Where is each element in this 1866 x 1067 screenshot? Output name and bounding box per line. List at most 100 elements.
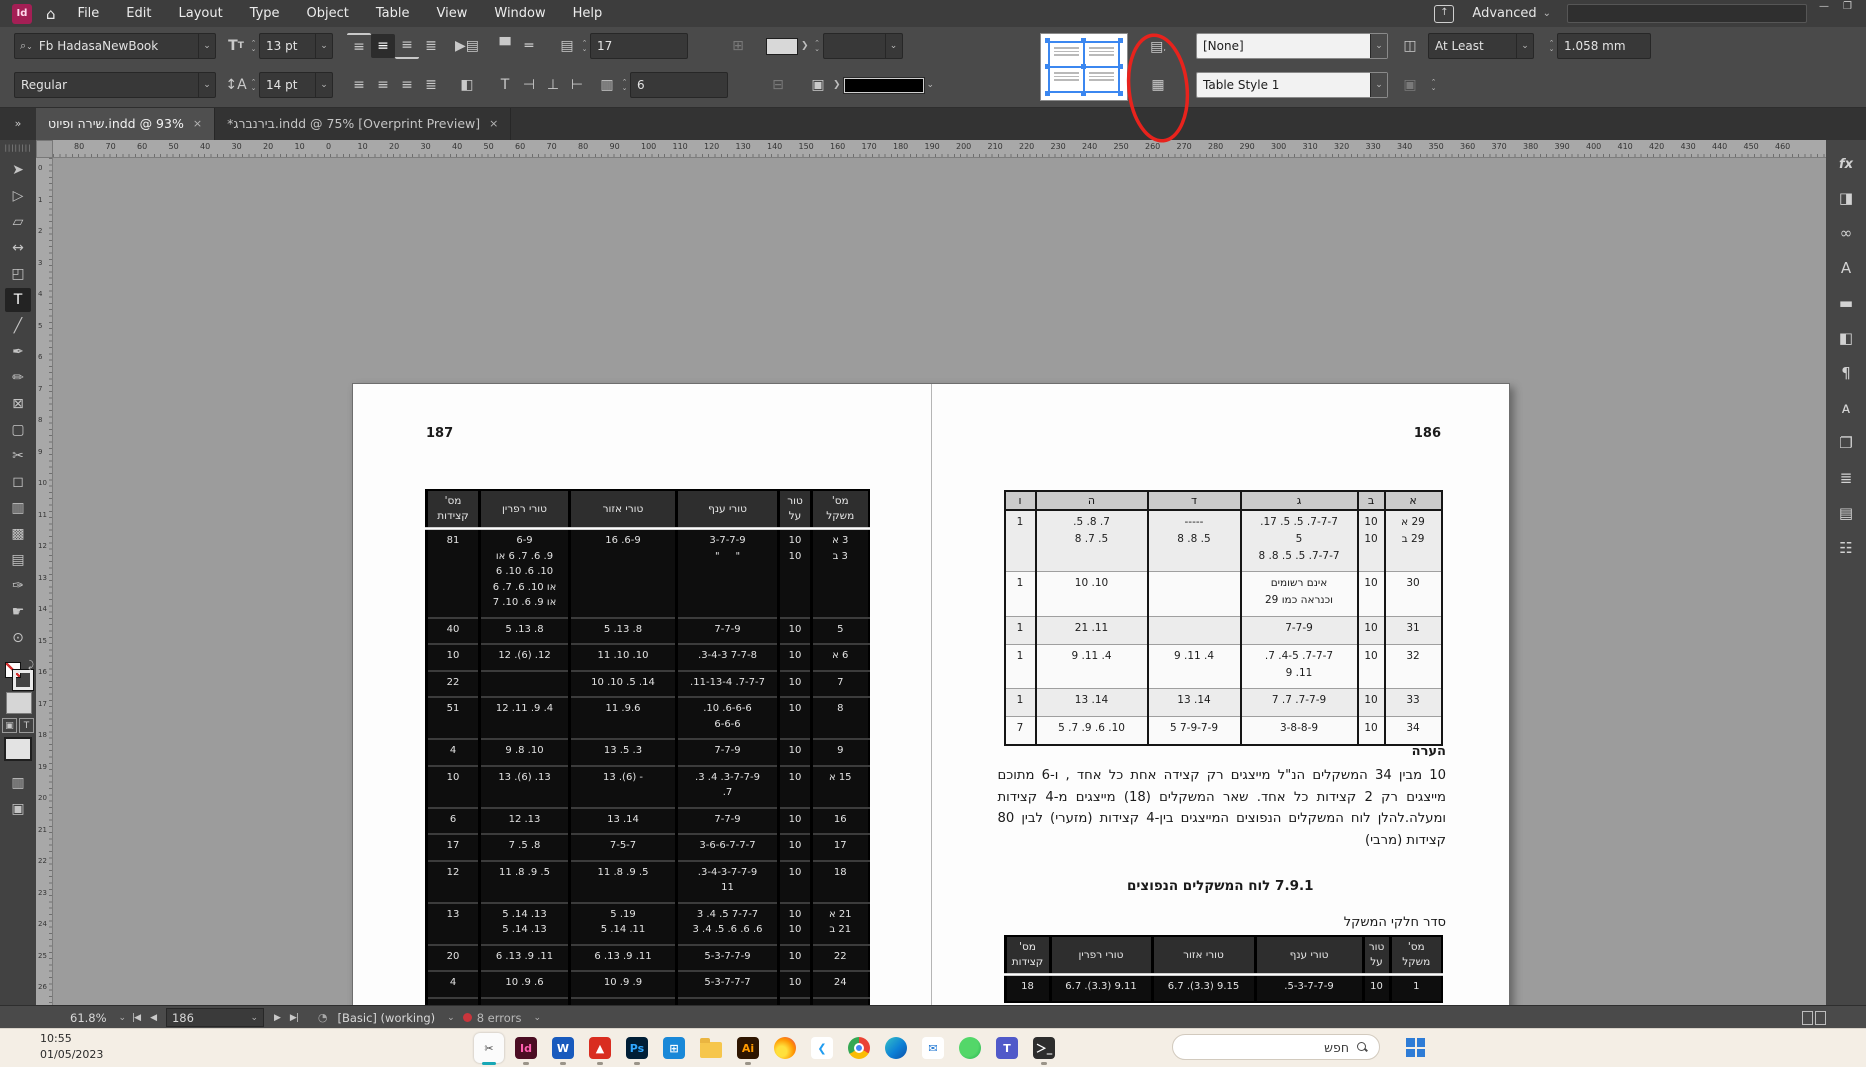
table-cell[interactable]: 7-7-9 (675, 616, 779, 645)
table-cell[interactable]: 30 (1383, 571, 1442, 617)
pages-panel[interactable]: ❐ (1839, 434, 1852, 452)
table-cell[interactable]: 10 (777, 859, 812, 903)
swap-fill-stroke-icon[interactable]: ⤸ (28, 660, 34, 671)
table-cell[interactable]: 16 (810, 806, 869, 835)
chevron-down-icon[interactable]: ⌄ (1370, 73, 1387, 97)
apply-color-swatch[interactable] (4, 737, 32, 761)
table-cell[interactable]: 10 10 (1356, 509, 1385, 572)
table-cell[interactable]: 1 (1388, 974, 1442, 1002)
table-row[interactable]: 16 10 7-7-9 14. 13 13. 12 6 (425, 806, 869, 835)
table-cell[interactable]: 12. (6). 12 (478, 643, 570, 671)
column-options-button[interactable]: ▦ (1146, 73, 1170, 97)
formatting-affects-container-button[interactable]: ▣ (2, 718, 17, 733)
line-tool[interactable]: ╱ (5, 314, 31, 338)
page-tool[interactable]: ▱ (5, 210, 31, 234)
color-panel[interactable]: ◧ (1839, 329, 1853, 347)
table-cell[interactable]: 4 (425, 738, 480, 766)
table-cell[interactable]: 3-4-3-7-7-9. 11 (675, 859, 779, 903)
chevron-down-icon[interactable]: ⌄ (1516, 34, 1533, 58)
row-options-button[interactable]: ▤, (1146, 35, 1170, 59)
table-header-cell[interactable]: מס' קצידות (1003, 936, 1050, 977)
font-size-stepper[interactable]: ⌃ ⌄ (248, 40, 259, 53)
table-cell[interactable]: 6-6-6. 10. 6-6-6 (675, 696, 779, 740)
rotate-text-icon[interactable]: ⊣ (517, 73, 541, 97)
character-panel[interactable]: A (1841, 259, 1851, 277)
hand-tool[interactable]: ☛ (5, 600, 31, 624)
applied-fill-swatch[interactable] (6, 692, 32, 714)
table-cell[interactable]: 14. 13 (1146, 688, 1241, 717)
close-icon[interactable]: × (489, 117, 498, 130)
align-top-button[interactable]: ≡ (347, 33, 371, 59)
table-row[interactable]: 32 10 7-7-7. 4-5. 7. 11. 9 4. 11. 9 4. 11. 9… (1003, 643, 1442, 689)
snipping-tool-icon[interactable]: ✂ (474, 1033, 504, 1065)
table-cell[interactable]: 10 (777, 833, 812, 861)
acrobat-icon[interactable]: ▲ (585, 1033, 615, 1065)
rectangle-tool[interactable]: ▢ (5, 418, 31, 442)
table-cell[interactable]: 5-3-7-7-7 (675, 970, 779, 998)
menu-layout[interactable]: Layout (178, 6, 222, 21)
stroke-swatch[interactable] (842, 76, 925, 94)
align-bottom-button[interactable]: ≡ (395, 33, 419, 59)
rotate-text-270-icon[interactable]: ⊢ (565, 73, 589, 97)
table-cell[interactable]: 51 (425, 696, 480, 740)
table-header-cell[interactable]: טורי רפרין (478, 490, 570, 531)
selection-tool[interactable]: ➤ (5, 158, 31, 182)
table-cell[interactable] (1146, 615, 1241, 645)
table-cell[interactable]: 7-7-9 (1239, 615, 1358, 645)
table-cell[interactable]: 11. 9. 13. 6 (478, 943, 570, 972)
table-cell[interactable]: 15 א (810, 764, 869, 808)
table-cell[interactable]: 7 (1003, 716, 1036, 745)
table-cell[interactable]: 1 (1003, 643, 1036, 689)
pen-tool[interactable]: ✒ (5, 340, 31, 364)
panel-grip[interactable]: |||||||| (5, 144, 32, 152)
note-tool[interactable]: ▤ (5, 548, 31, 572)
spread-view-icon[interactable] (1802, 1010, 1826, 1025)
table-cell[interactable]: 9.6. 11 (568, 696, 677, 740)
space-even-icon[interactable]: ═ (517, 34, 541, 58)
windows-start-button[interactable] (1406, 1038, 1425, 1057)
table-cell[interactable]: 3 א 3 ב (810, 528, 869, 618)
table-cell[interactable]: 32 (1383, 643, 1442, 689)
table-cell[interactable]: 13. 14. 5 13. 14. 5 (478, 901, 570, 945)
table-cell[interactable]: 13. (6). 13 (478, 764, 570, 808)
first-page-button[interactable]: |◀ (132, 1013, 141, 1023)
indesign-icon[interactable]: Id (511, 1033, 541, 1065)
page-187[interactable]: 187 מס' משקל טור על טורי ענף טורי אזור טורי … (353, 384, 932, 1005)
table-cell[interactable] (478, 669, 570, 698)
table-cell[interactable]: 4. 11. 9 (1034, 643, 1148, 689)
table-cell[interactable]: 14. 13 (1034, 688, 1148, 717)
table-cell[interactable]: 10 (1356, 571, 1385, 617)
table-cell[interactable]: 14. 5. 10. 10 (568, 669, 677, 698)
expander-icon[interactable]: ❯ (833, 80, 841, 90)
table-cell[interactable]: 13 (425, 901, 480, 945)
table-cell[interactable]: 10 (777, 643, 812, 671)
table-cell[interactable]: 10 (425, 764, 480, 808)
table-cell[interactable]: 10 (777, 970, 812, 998)
table-cell[interactable]: 81 (425, 528, 480, 618)
table-row[interactable]: 3 א 3 ב 10 10 3-7-7-9 " " 6-9. 16 6-9 9. 6. … (425, 528, 869, 618)
table-cell[interactable]: 8. 13. 5 (478, 616, 570, 645)
table-cell[interactable]: 12. 12. 12 (478, 996, 570, 1005)
font-style-combo[interactable]: Regular ⌄ (14, 72, 216, 98)
pencil-tool[interactable]: ✏ (5, 366, 31, 390)
table-header-cell[interactable]: מס' משקל (810, 490, 869, 531)
table-header-cell[interactable]: ד (1146, 491, 1241, 511)
unmerge-cells-icon[interactable]: ⊟ (766, 73, 790, 97)
table-row[interactable]: 5 10 7-7-9 8. 13. 5 8. 13. 5 40 (425, 616, 869, 645)
table-cell[interactable]: 4. 9. 11. 12 (478, 696, 570, 740)
chevron-down-icon[interactable]: ⌄ (119, 1013, 127, 1023)
last-page-button[interactable]: ▶| (290, 1013, 299, 1023)
table-cell[interactable]: 10 (777, 616, 812, 645)
table-cell[interactable]: 6 א (810, 643, 869, 671)
preflight-icon[interactable]: ◔ (318, 1011, 328, 1024)
table-cell[interactable]: 7-7-7. 5. 5. 17. 5 7-7-7. 5. 5. 8. 8 (1239, 509, 1358, 572)
table-row[interactable]: 1 10 5-3-7-7-9. 9.15 (3.3). 6.7 9.11 (3.3). … (1003, 974, 1442, 1002)
table-cell[interactable]: 11. 9. 13. 6 (568, 943, 677, 972)
table-header-cell[interactable]: מס' קצידות (425, 490, 480, 531)
note-paragraph[interactable]: 10 מבין 34 המשקלים הנ"ל מייצגים רק קצידה… (998, 765, 1447, 851)
table-cell[interactable]: - (6). 13 (568, 764, 677, 808)
tab-document-2[interactable]: *בירנברג.indd @ 75% [Overprint Preview] … (215, 107, 512, 140)
table-cell[interactable]: 22 (810, 943, 869, 972)
menu-table[interactable]: Table (376, 6, 410, 21)
chevron-down-icon[interactable]: ⌄ (927, 80, 935, 90)
